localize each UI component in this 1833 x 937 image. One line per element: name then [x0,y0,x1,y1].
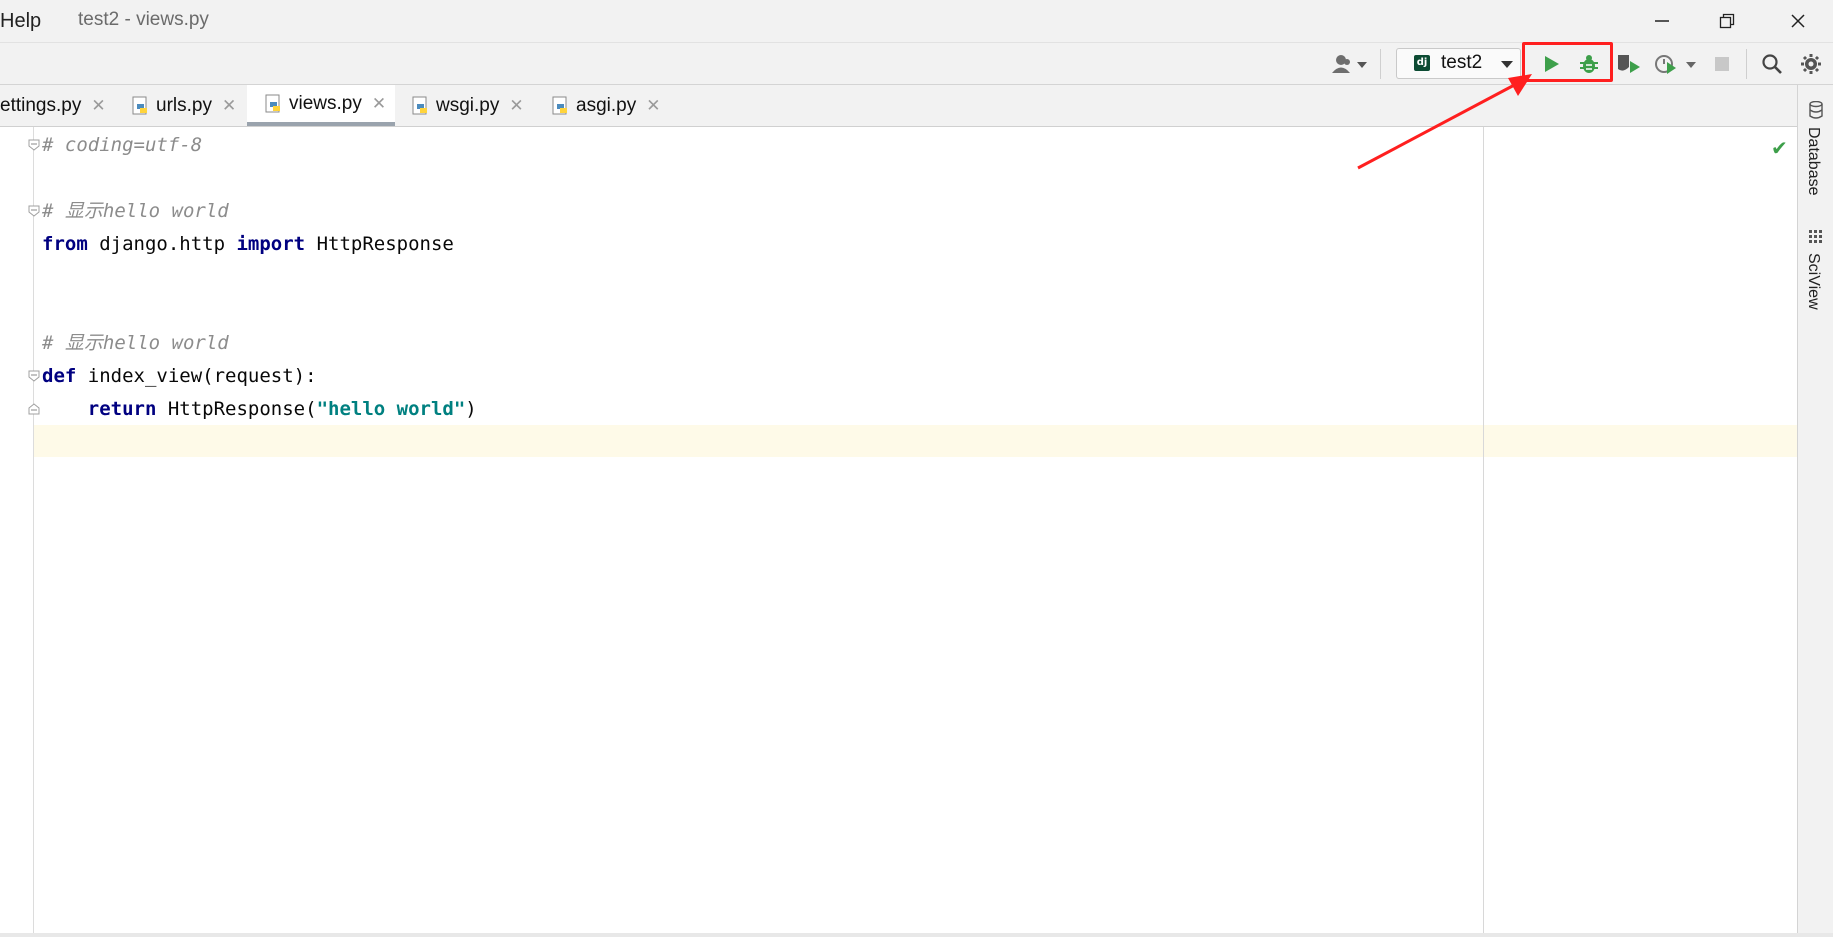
code-text: HttpResponse( [156,398,317,420]
keyword: import [236,233,306,255]
tab-label: asgi.py [576,94,637,116]
tab-wsgi-py[interactable]: wsgi.py ✕ [410,85,538,126]
python-file-icon [410,96,430,116]
tab-label: wsgi.py [436,94,500,116]
database-icon[interactable] [1808,101,1824,119]
close-tab-icon[interactable]: ✕ [509,96,523,116]
tab-views-py[interactable]: views.py ✕ [247,85,395,126]
fold-marker-icon[interactable] [28,370,40,382]
code-line-3: # 显示hello world [42,200,229,222]
settings-icon[interactable] [1797,51,1825,77]
tab-database[interactable]: Database [1804,127,1822,196]
close-icon[interactable] [1778,8,1818,34]
close-tab-icon[interactable]: ✕ [222,96,236,116]
keyword: return [87,398,157,420]
stop-icon[interactable] [1710,51,1734,77]
profile-icon[interactable] [1652,51,1700,77]
inspection-ok-icon[interactable]: ✔ [1771,136,1788,160]
right-tool-panel: Database SciView [1797,85,1833,933]
coverage-icon[interactable] [1614,51,1644,77]
close-tab-icon[interactable]: ✕ [372,94,386,114]
tab-label: urls.py [156,94,212,116]
title-bar: Help test2 - views.py [0,0,1833,42]
tab-settings-py[interactable]: ettings.py ✕ [0,85,118,126]
code-text: index_view(request): [76,365,317,387]
close-tab-icon[interactable]: ✕ [91,96,105,116]
tab-label: ettings.py [0,94,82,116]
code-line-4: from django.http import HttpResponse [42,228,454,260]
keyword: from [42,233,88,255]
code-line-8: def index_view(request): [42,360,317,392]
python-file-icon [550,96,570,116]
current-line-highlight [0,425,1797,457]
right-margin-guide [1483,127,1484,933]
tab-label: views.py [289,92,362,114]
annotation-arrow [1357,74,1532,170]
code-line-7: # 显示hello world [42,332,229,354]
code-text: HttpResponse [305,233,454,255]
close-tab-icon[interactable]: ✕ [646,96,660,116]
tab-asgi-py[interactable]: asgi.py ✕ [550,85,668,126]
minimize-icon[interactable] [1642,8,1682,34]
python-file-icon [130,96,150,116]
keyword: def [42,365,77,387]
code-text: ) [465,398,477,420]
code-line-1: # coding=utf-8 [42,134,203,156]
search-icon[interactable] [1758,51,1786,77]
fold-marker-icon[interactable] [28,205,40,217]
status-strip [0,933,1833,937]
string-literal: "hello world" [316,398,466,420]
editor-gutter [0,127,34,933]
code-line-9: return HttpResponse("hello world") [42,393,477,425]
sciview-icon[interactable] [1808,229,1824,245]
python-file-icon [263,94,283,114]
tab-sciview[interactable]: SciView [1804,253,1822,310]
tab-urls-py[interactable]: urls.py ✕ [130,85,244,126]
fold-marker-icon[interactable] [28,139,40,151]
fold-end-marker-icon[interactable] [28,403,40,415]
code-text: django.http [87,233,237,255]
toolbar-separator [1746,49,1747,79]
restore-icon[interactable] [1707,8,1747,34]
window-title: test2 - views.py [78,9,209,30]
menu-help[interactable]: Help [0,10,41,33]
